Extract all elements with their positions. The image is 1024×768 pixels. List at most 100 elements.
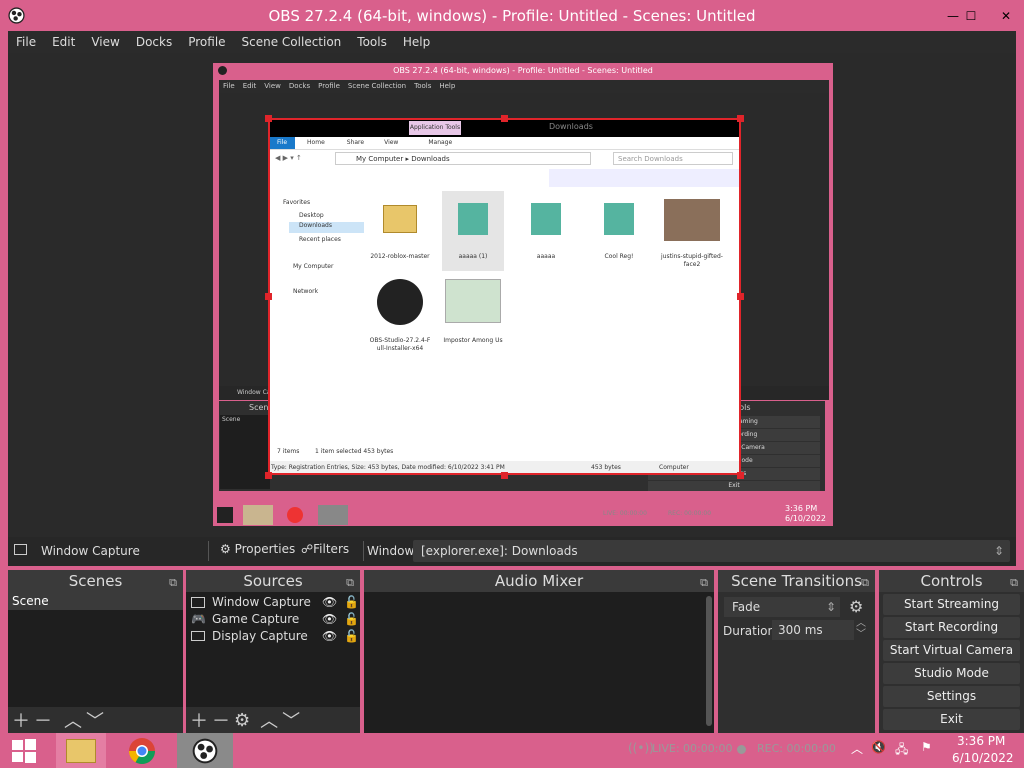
menu-file[interactable]: File (8, 35, 44, 49)
photo-thumbnail-icon (664, 199, 720, 241)
path-computer[interactable]: My Computer (356, 155, 403, 163)
source-item[interactable]: Display Capture 👁 🔓 (186, 628, 360, 645)
properties-button[interactable]: ⚙ Properties (220, 542, 295, 556)
down-arrow-icon[interactable]: ﹀ (282, 707, 300, 733)
nav-desktop[interactable]: Desktop (299, 212, 324, 219)
remove-icon[interactable]: － (34, 707, 52, 733)
up-arrow-icon[interactable]: ︿ (64, 707, 82, 733)
volume-icon[interactable]: 🔇 (871, 740, 886, 754)
scene-item[interactable]: Scene (8, 592, 183, 610)
nav-favorites[interactable]: Favorites (283, 199, 310, 206)
nested-scenes-title: Scen (249, 403, 269, 412)
search-box[interactable]: Search Downloads (613, 152, 733, 165)
back-arrow-icon[interactable]: ◀ ▶ ▾ ↑ (275, 154, 302, 162)
nav-network[interactable]: Network (293, 288, 318, 295)
undock-icon[interactable]: ⧉ (346, 572, 354, 594)
undock-icon[interactable]: ⧉ (861, 572, 869, 594)
mixer-scrollbar[interactable] (706, 596, 712, 726)
gear-icon[interactable]: ⚙ (849, 597, 863, 616)
nav-downloads[interactable]: Downloads (289, 222, 364, 233)
file-item[interactable]: justins-stupid-gifted-face2 (661, 191, 723, 271)
menu-tools[interactable]: Tools (349, 35, 395, 49)
explorer-capture[interactable]: Application Tools Downloads File Home Sh… (268, 118, 741, 475)
resize-handle[interactable] (265, 115, 272, 122)
file-item[interactable]: 2012-roblox-master (369, 191, 431, 271)
resize-handle[interactable] (265, 472, 272, 479)
lock-icon[interactable]: 🔓 (344, 594, 359, 611)
nested-obs-task-icon (318, 505, 348, 525)
up-arrow-icon[interactable]: ︿ (260, 707, 278, 733)
file-item[interactable]: aaaaa (515, 191, 577, 271)
resize-handle[interactable] (501, 115, 508, 122)
settings-button[interactable]: Settings (883, 686, 1020, 707)
nested-live-status: LIVE: 00:00:00 (603, 510, 647, 517)
path-box[interactable]: My Computer ▸ Downloads (335, 152, 591, 165)
remove-icon[interactable]: － (212, 707, 230, 733)
undock-icon[interactable]: ⧉ (1010, 572, 1018, 594)
file-item[interactable]: Cool Reg! (588, 191, 650, 271)
stepper-icon[interactable]: ︿ ﹀ (856, 618, 866, 640)
lock-icon[interactable]: 🔓 (344, 628, 359, 645)
down-arrow-icon[interactable]: ﹀ (86, 707, 104, 733)
duration-input[interactable]: 300 ms (772, 620, 854, 640)
start-button[interactable] (0, 733, 48, 768)
network-icon[interactable]: 🖧 (895, 740, 908, 761)
close-button[interactable]: ✕ (988, 0, 1024, 31)
file-item[interactable]: Impostor Among Us (442, 275, 504, 355)
menu-edit[interactable]: Edit (44, 35, 83, 49)
add-icon[interactable]: ＋ (190, 707, 208, 733)
lock-icon[interactable]: 🔓 (344, 611, 359, 628)
eye-icon[interactable]: 👁 (322, 611, 337, 628)
menu-help[interactable]: Help (395, 35, 438, 49)
clock-time[interactable]: 3:36 PM (957, 734, 1005, 748)
ribbon-tab-home[interactable]: Home (295, 137, 337, 149)
nested-menu-item: Scene Collection (347, 82, 407, 90)
start-streaming-button[interactable]: Start Streaming (883, 594, 1020, 615)
sources-header: Sources ⧉ (186, 570, 360, 592)
path-folder[interactable]: Downloads (411, 155, 449, 163)
notification-flag-icon[interactable]: ⚑ (921, 740, 932, 754)
preview-canvas[interactable]: OBS 27.2.4 (64-bit, windows) - Profile: … (8, 53, 1016, 537)
start-recording-button[interactable]: Start Recording (883, 617, 1020, 638)
file-explorer-task[interactable] (56, 733, 106, 768)
exit-button[interactable]: Exit (883, 709, 1020, 730)
add-icon[interactable]: ＋ (12, 707, 30, 733)
clock-date[interactable]: 6/10/2022 (952, 751, 1014, 765)
menu-docks[interactable]: Docks (128, 35, 180, 49)
ribbon-tab-view[interactable]: View (374, 137, 408, 149)
menu-profile[interactable]: Profile (180, 35, 233, 49)
ribbon-tab-share[interactable]: Share (337, 137, 374, 149)
resize-handle[interactable] (501, 472, 508, 479)
ribbon-tab-file[interactable]: File (269, 137, 296, 149)
ribbon-tab-manage[interactable]: Manage (408, 137, 472, 149)
menu-view[interactable]: View (83, 35, 127, 49)
source-item[interactable]: 🎮 Game Capture 👁 🔓 (186, 611, 360, 628)
resize-handle[interactable] (737, 293, 744, 300)
tray-chevron-icon[interactable]: ︿ (851, 740, 863, 757)
file-item[interactable]: aaaaa (1) (442, 191, 504, 271)
scenes-dock: Scenes ⧉ Scene ＋－ ︿ ﹀ (8, 570, 183, 733)
gear-icon[interactable]: ⚙ (234, 710, 250, 731)
nav-my-computer[interactable]: My Computer (293, 263, 333, 270)
chrome-task[interactable] (117, 733, 167, 768)
resize-handle[interactable] (265, 293, 272, 300)
window-select[interactable]: [explorer.exe]: Downloads ⇕ (413, 540, 1010, 562)
menu-scene-collection[interactable]: Scene Collection (234, 35, 350, 49)
undock-icon[interactable]: ⧉ (700, 572, 708, 594)
filters-button[interactable]: ☍Filters (301, 542, 349, 556)
eye-icon[interactable]: 👁 (322, 594, 337, 611)
transition-select[interactable]: Fade ⇕ (724, 597, 840, 617)
audio-mixer-dock: Audio Mixer ⧉ (364, 570, 714, 733)
eye-icon[interactable]: 👁 (322, 628, 337, 645)
resize-handle[interactable] (737, 115, 744, 122)
maximize-button[interactable]: ☐ (956, 0, 986, 31)
nested-menu-item: Help (439, 82, 456, 90)
resize-handle[interactable] (737, 472, 744, 479)
start-virtual-camera-button[interactable]: Start Virtual Camera (883, 640, 1020, 661)
file-item[interactable]: OBS-Studio-27.2.4-Full-Installer-x64 (369, 275, 431, 355)
studio-mode-button[interactable]: Studio Mode (883, 663, 1020, 684)
undock-icon[interactable]: ⧉ (169, 572, 177, 594)
obs-task[interactable] (177, 733, 233, 768)
source-item[interactable]: Window Capture 👁 🔓 (186, 594, 360, 611)
nav-recent-places[interactable]: Recent places (299, 236, 341, 243)
